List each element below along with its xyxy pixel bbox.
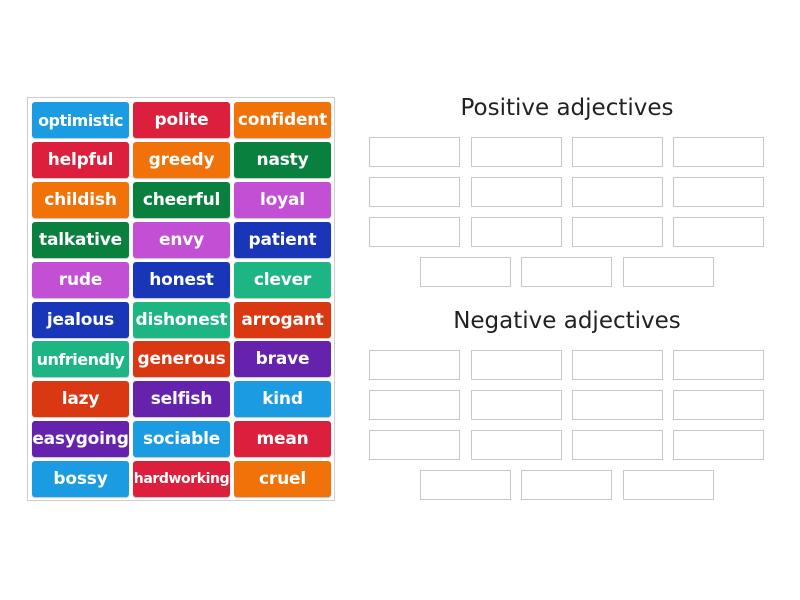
word-tile-dishonest[interactable]: dishonest xyxy=(133,301,230,338)
word-tile-confident[interactable]: confident xyxy=(234,102,331,138)
drop-slot[interactable] xyxy=(673,430,764,460)
drop-slot[interactable] xyxy=(572,390,663,420)
drop-slot[interactable] xyxy=(673,390,764,420)
word-tile-generous[interactable]: generous xyxy=(133,341,230,378)
word-tile-selfish[interactable]: selfish xyxy=(133,381,230,418)
word-tile-helpful[interactable]: helpful xyxy=(32,141,129,178)
drop-slot[interactable] xyxy=(471,217,562,247)
drop-slot[interactable] xyxy=(369,350,460,380)
drop-slot[interactable] xyxy=(521,257,612,287)
word-tile-polite[interactable]: polite xyxy=(133,102,230,138)
drop-slot[interactable] xyxy=(471,177,562,207)
word-tile-jealous[interactable]: jealous xyxy=(32,301,129,338)
word-tile-easygoing[interactable]: easygoing xyxy=(32,421,129,458)
drop-slot[interactable] xyxy=(623,257,714,287)
drop-slot[interactable] xyxy=(420,470,511,500)
drop-slot[interactable] xyxy=(623,470,714,500)
drop-slot[interactable] xyxy=(572,217,663,247)
drop-slot[interactable] xyxy=(572,430,663,460)
drop-slot[interactable] xyxy=(471,137,562,167)
word-tile-hardworking[interactable]: hardworking xyxy=(133,461,230,498)
word-tile-greedy[interactable]: greedy xyxy=(133,141,230,178)
word-tile-arrogant[interactable]: arrogant xyxy=(234,301,331,338)
group-title-negative: Negative adjectives xyxy=(453,308,681,334)
word-tile-rude[interactable]: rude xyxy=(32,261,129,298)
drop-slot[interactable] xyxy=(369,137,460,167)
word-tile-nasty[interactable]: nasty xyxy=(234,141,331,178)
word-tile-clever[interactable]: clever xyxy=(234,261,331,298)
drop-slot[interactable] xyxy=(471,390,562,420)
drop-slot[interactable] xyxy=(471,350,562,380)
word-tile-talkative[interactable]: talkative xyxy=(32,221,129,258)
drop-slot[interactable] xyxy=(369,390,460,420)
word-tile-sociable[interactable]: sociable xyxy=(133,421,230,458)
word-tile-bossy[interactable]: bossy xyxy=(32,461,129,498)
drop-slot[interactable] xyxy=(521,470,612,500)
drop-slot[interactable] xyxy=(673,217,764,247)
word-tile-optimistic[interactable]: optimistic xyxy=(32,102,129,138)
group-title-positive: Positive adjectives xyxy=(460,95,674,121)
word-tile-lazy[interactable]: lazy xyxy=(32,381,129,418)
word-tile-loyal[interactable]: loyal xyxy=(234,181,331,218)
word-tile-cheerful[interactable]: cheerful xyxy=(133,181,230,218)
word-tile-cruel[interactable]: cruel xyxy=(234,461,331,498)
word-tile-honest[interactable]: honest xyxy=(133,261,230,298)
drop-slot[interactable] xyxy=(673,177,764,207)
word-bank: optimistic polite confident helpful greedy na… xyxy=(27,97,335,501)
word-tile-envy[interactable]: envy xyxy=(133,221,230,258)
drop-slot[interactable] xyxy=(369,217,460,247)
drop-slot[interactable] xyxy=(471,430,562,460)
drop-slot[interactable] xyxy=(369,177,460,207)
drop-slot[interactable] xyxy=(369,430,460,460)
word-tile-unfriendly[interactable]: unfriendly xyxy=(32,341,129,378)
word-tile-patient[interactable]: patient xyxy=(234,221,331,258)
drop-slot[interactable] xyxy=(572,137,663,167)
word-tile-kind[interactable]: kind xyxy=(234,381,331,418)
drop-slot[interactable] xyxy=(673,350,764,380)
drop-slot[interactable] xyxy=(420,257,511,287)
drop-slot[interactable] xyxy=(572,177,663,207)
word-tile-brave[interactable]: brave xyxy=(234,341,331,378)
drop-slot[interactable] xyxy=(673,137,764,167)
word-tile-childish[interactable]: childish xyxy=(32,181,129,218)
drop-slot[interactable] xyxy=(572,350,663,380)
word-tile-mean[interactable]: mean xyxy=(234,421,331,458)
